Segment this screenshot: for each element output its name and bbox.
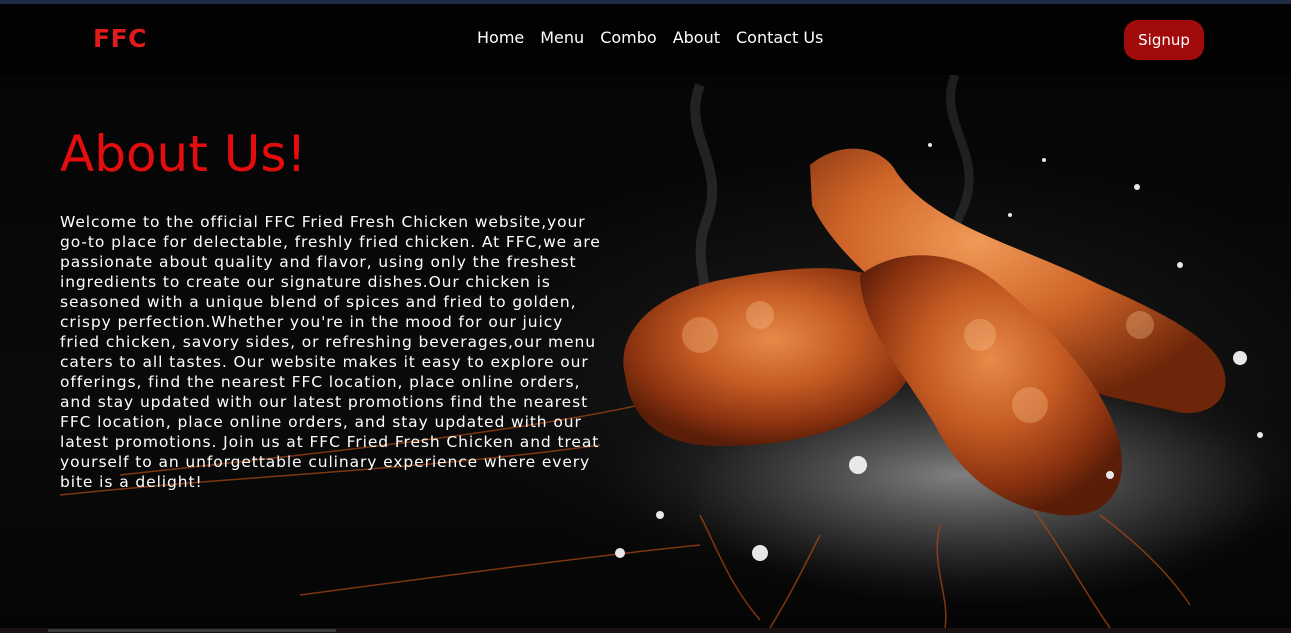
nav-about-link[interactable]: About — [673, 28, 720, 47]
about-hero: About Us! Welcome to the official FFC Fr… — [0, 75, 1291, 628]
about-paragraph: Welcome to the official FFC Fried Fresh … — [60, 213, 601, 491]
about-title: About Us! — [60, 125, 307, 183]
nav-links: Home Menu Combo About Contact Us — [477, 28, 823, 47]
nav-contact-link[interactable]: Contact Us — [736, 28, 823, 47]
horizontal-scrollbar[interactable] — [0, 628, 1291, 633]
nav-home-link[interactable]: Home — [477, 28, 524, 47]
signup-button[interactable]: Signup — [1124, 20, 1204, 60]
nav-menu-link[interactable]: Menu — [540, 28, 584, 47]
ffc-logo[interactable]: FFC — [93, 24, 147, 53]
navbar: FFC Home Menu Combo About Contact Us Sig… — [0, 4, 1291, 75]
scrollbar-thumb[interactable] — [48, 629, 336, 632]
nav-combo-link[interactable]: Combo — [600, 28, 657, 47]
